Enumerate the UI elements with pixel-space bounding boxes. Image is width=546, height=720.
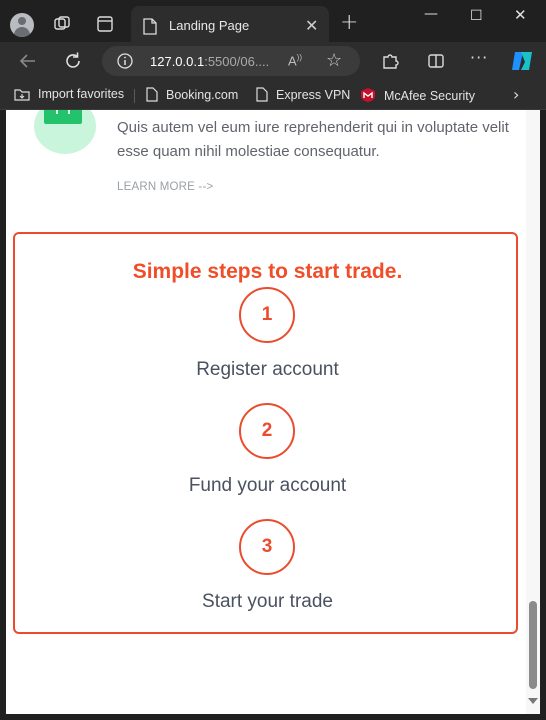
- new-tab-icon[interactable]: +: [340, 12, 358, 34]
- step-label-2: Fund your account: [188, 475, 347, 496]
- chevron-right-icon[interactable]: ›: [513, 85, 519, 104]
- step-label-1: Register account: [196, 359, 339, 380]
- mcafee-shield-icon: [361, 88, 375, 102]
- tab-title: Landing Page: [169, 18, 250, 33]
- maximize-icon[interactable]: ☐: [470, 8, 483, 24]
- scrollbar-thumb[interactable]: [529, 601, 537, 689]
- minimize-icon[interactable]: —: [424, 6, 438, 22]
- url-text[interactable]: 127.0.0.1:5500/06....: [150, 54, 269, 69]
- steps-title: Simple steps to start trade.: [132, 260, 403, 283]
- close-window-icon[interactable]: ✕: [514, 6, 527, 24]
- address-bar[interactable]: 127.0.0.1:5500/06.... A)) ☆: [102, 46, 360, 76]
- read-aloud-icon[interactable]: A)): [288, 53, 302, 68]
- scroll-down-arrow-icon[interactable]: [528, 698, 538, 704]
- profile-avatar-icon[interactable]: [10, 13, 34, 37]
- back-arrow-icon[interactable]: [16, 49, 40, 73]
- favorite-label: McAfee Security: [384, 89, 476, 103]
- extensions-icon[interactable]: [378, 49, 402, 73]
- page-viewport: Quis autem vel eum iure reprehenderit qu…: [6, 110, 540, 714]
- feature-card: Quis autem vel eum iure reprehenderit qu…: [6, 110, 524, 228]
- page-icon: [146, 87, 158, 102]
- page-icon: [256, 87, 268, 102]
- step-number-1: 1: [239, 287, 295, 343]
- tab-actions-icon[interactable]: [95, 14, 115, 34]
- window-border: [0, 714, 546, 720]
- favorites-divider: [134, 89, 135, 103]
- more-options-icon[interactable]: ···: [470, 48, 494, 72]
- step-number-2: 2: [239, 403, 295, 459]
- step-label-3: Start your trade: [202, 591, 333, 612]
- close-tab-icon[interactable]: ✕: [305, 17, 318, 35]
- page-icon: [143, 18, 157, 35]
- favorite-label: Import favorites: [38, 87, 125, 101]
- steps-card: Simple steps to start trade. 1 Register …: [13, 232, 518, 634]
- vertical-scrollbar[interactable]: [526, 110, 540, 714]
- favorite-booking[interactable]: Booking.com: [146, 87, 238, 102]
- refresh-icon[interactable]: [61, 49, 85, 73]
- favorite-mcafee[interactable]: McAfee Security: [360, 87, 475, 103]
- favorites-bar: Import favorites Booking.com Express VPN…: [0, 80, 546, 110]
- workspaces-icon[interactable]: [52, 14, 72, 34]
- favorite-expressvpn[interactable]: Express VPN: [256, 87, 350, 102]
- favorite-star-icon[interactable]: ☆: [326, 50, 342, 71]
- favorite-label: Booking.com: [166, 88, 239, 102]
- feature-icon: [34, 110, 96, 154]
- learn-more-link[interactable]: LEARN MORE -->: [117, 181, 213, 193]
- feature-description: Quis autem vel eum iure reprehenderit qu…: [117, 119, 509, 160]
- title-bar: Landing Page ✕ + — ☐ ✕: [0, 0, 546, 48]
- import-folder-icon: [14, 89, 30, 101]
- navigation-bar: 127.0.0.1:5500/06.... A)) ☆ ···: [0, 42, 546, 80]
- favorite-label: Express VPN: [276, 88, 351, 102]
- copilot-icon[interactable]: [509, 48, 535, 74]
- site-info-icon[interactable]: [116, 52, 134, 70]
- favorite-import[interactable]: Import favorites: [14, 87, 124, 101]
- split-screen-icon[interactable]: [424, 49, 448, 73]
- step-number-3: 3: [239, 519, 295, 575]
